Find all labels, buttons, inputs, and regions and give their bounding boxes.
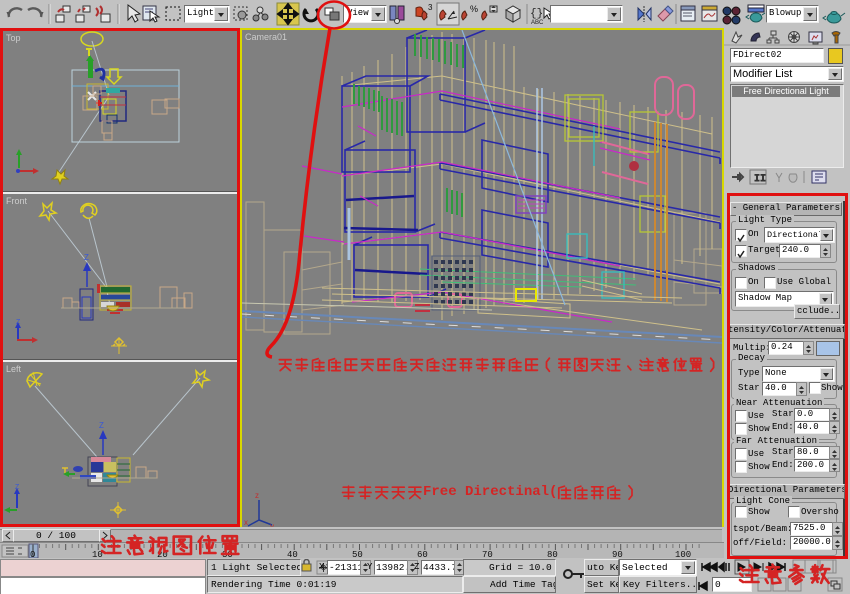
svg-text:z: z [255,491,259,500]
svg-text:ABC: ABC [531,20,544,26]
svg-text:Z: Z [84,253,89,262]
svg-text:%: % [470,4,478,14]
svg-text:II: II [754,174,766,185]
svg-text:{}: {} [530,8,543,20]
svg-text:x: x [244,518,248,527]
svg-text:Z: Z [99,421,104,430]
svg-text:3: 3 [428,3,433,12]
